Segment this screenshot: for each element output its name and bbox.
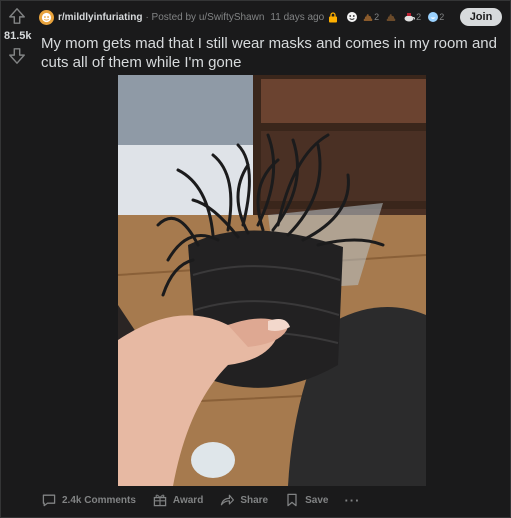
award-wholesome-icon[interactable] [346,11,358,23]
award-lock-icon[interactable] [328,11,338,23]
post-image[interactable] [118,75,426,486]
share-icon [221,494,235,506]
award-count: 2 [439,12,445,22]
award-poop-icon[interactable] [385,11,397,23]
post-card[interactable]: 81.5k r/mildlyinfuriating · Posted by u/… [0,0,511,518]
bookmark-icon [287,493,297,507]
award-count: 2 [416,12,422,22]
more-icon: ··· [344,492,361,508]
post-title[interactable]: My mom gets mad that I still wear masks … [41,34,501,72]
award-poop-icon[interactable]: 2 [362,11,379,23]
save-label: Save [305,494,329,506]
award-label: Award [172,494,204,506]
subreddit-link[interactable]: r/mildlyinfuriating [58,12,142,23]
award-laugh-icon[interactable]: 2 [427,11,444,23]
post-photo [118,75,426,486]
join-button[interactable]: Join [460,8,502,26]
share-label: Share [240,494,269,506]
post-meta: r/mildlyinfuriating · Posted by u/Swifty… [39,7,444,27]
subreddit-icon[interactable] [39,9,54,25]
post-actions: 2.4k Comments Award Share Save ··· [41,489,376,511]
gift-icon [153,494,167,507]
post-time[interactable]: 11 days ago [270,12,324,23]
award-tea-icon[interactable]: 2 [403,11,421,23]
share-button[interactable]: Share [219,492,268,508]
vote-score: 81.5k [4,30,32,42]
upvote-icon[interactable] [8,7,26,25]
vote-column: 81.5k [1,1,35,517]
save-button[interactable]: Save [284,492,328,508]
award-button[interactable]: Award [152,492,203,508]
comments-button[interactable]: 2.4k Comments [41,492,136,508]
comment-icon [42,494,56,507]
downvote-icon[interactable] [8,47,26,65]
award-count: 2 [374,12,380,22]
comments-label: 2.4k Comments [62,494,136,506]
posted-by[interactable]: · Posted by u/SwiftyShawn [145,12,264,23]
more-options-button[interactable]: ··· [344,493,360,508]
